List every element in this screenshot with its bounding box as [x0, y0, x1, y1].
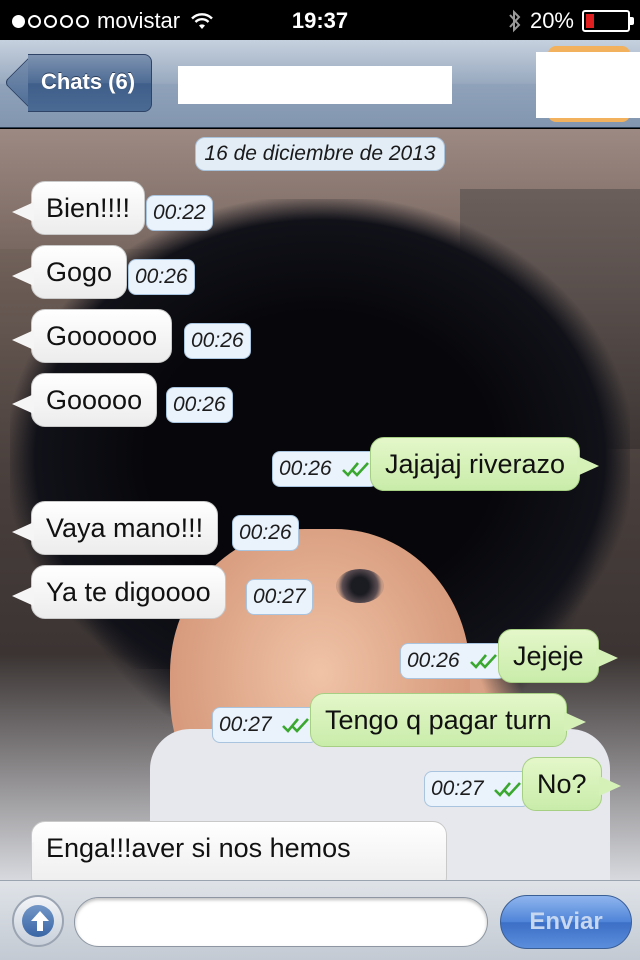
message-timestamp: 00:26 — [184, 323, 251, 359]
message-bubble-incoming[interactable]: Gogo — [11, 245, 128, 299]
message-timestamp: 00:26 — [279, 457, 332, 480]
message-timestamp: 00:26 — [128, 259, 195, 295]
wallpaper-eye — [336, 569, 384, 603]
battery-icon — [582, 10, 634, 32]
message-timestamp-outgoing: 00:26 — [400, 643, 507, 679]
back-to-chats-button[interactable]: Chats (6) — [3, 53, 152, 112]
message-bubble-incoming[interactable]: Gooooo — [11, 373, 158, 427]
status-right: 20% — [508, 8, 634, 34]
message-timestamp: 00:26 — [407, 649, 460, 672]
message-timestamp-outgoing: 00:27 — [424, 771, 531, 807]
double-check-icon — [493, 779, 523, 799]
status-bar: movistar 19:37 20% — [0, 0, 640, 40]
date-separator: 16 de diciembre de 2013 — [0, 137, 640, 171]
send-button[interactable]: Enviar — [500, 895, 632, 949]
nav-bar: Chats (6) — [0, 40, 640, 128]
avatar-redaction — [536, 52, 640, 118]
message-text: No? — [537, 769, 587, 799]
message-text: Ya te digoooo — [46, 577, 211, 607]
message-bubble-incoming[interactable]: Enga!!!aver si nos hemos — [31, 821, 447, 880]
input-bar: Enviar — [0, 880, 640, 960]
message-bubble-outgoing[interactable]: Jajajaj riverazo — [370, 437, 600, 491]
battery-percent: 20% — [529, 8, 574, 33]
message-timestamp: 00:27 — [219, 713, 272, 736]
battery-fill — [586, 14, 594, 28]
double-check-icon — [469, 651, 499, 671]
message-bubble-incoming[interactable]: Goooooo — [11, 309, 173, 363]
chat-area[interactable]: 16 de diciembre de 2013 Bien!!!! 00:22 G… — [0, 129, 640, 880]
message-bubble-incoming[interactable]: Bien!!!! — [11, 181, 146, 235]
message-bubble-incoming[interactable]: Vaya mano!!! — [11, 501, 219, 555]
message-text: Tengo q pagar turn — [325, 705, 552, 735]
attach-button[interactable] — [12, 895, 64, 947]
message-timestamp-outgoing: 00:27 — [212, 707, 319, 743]
message-text: Goooooo — [46, 321, 158, 351]
message-text: Bien!!!! — [46, 193, 131, 223]
message-input[interactable] — [74, 897, 488, 947]
message-timestamp: 00:26 — [232, 515, 299, 551]
message-text: Vaya mano!!! — [46, 513, 204, 543]
back-button-label: Chats (6) — [40, 69, 136, 94]
message-text: Jejeje — [513, 641, 584, 671]
message-timestamp: 00:26 — [166, 387, 233, 423]
arrow-up-icon — [31, 911, 49, 931]
double-check-icon — [341, 459, 371, 479]
date-label: 16 de diciembre de 2013 — [195, 137, 445, 171]
contact-avatar[interactable] — [536, 46, 640, 122]
message-timestamp: 00:27 — [246, 579, 313, 615]
message-timestamp: 00:27 — [431, 777, 484, 800]
message-bubble-outgoing[interactable]: No? — [522, 757, 620, 811]
message-text: Gogo — [46, 257, 113, 287]
message-text: Gooooo — [46, 385, 143, 415]
message-text: Jajajaj riverazo — [385, 449, 566, 479]
bluetooth-icon — [509, 9, 521, 33]
message-text: Enga!!!aver si nos hemos — [46, 833, 351, 863]
message-bubble-outgoing[interactable]: Jejeje — [498, 629, 618, 683]
contact-name-redacted[interactable] — [178, 66, 452, 104]
double-check-icon — [281, 715, 311, 735]
message-bubble-outgoing[interactable]: Tengo q pagar turn — [310, 693, 586, 747]
message-bubble-incoming[interactable]: Ya te digoooo — [12, 565, 226, 619]
message-timestamp-outgoing: 00:26 — [272, 451, 379, 487]
message-timestamp: 00:22 — [146, 195, 213, 231]
